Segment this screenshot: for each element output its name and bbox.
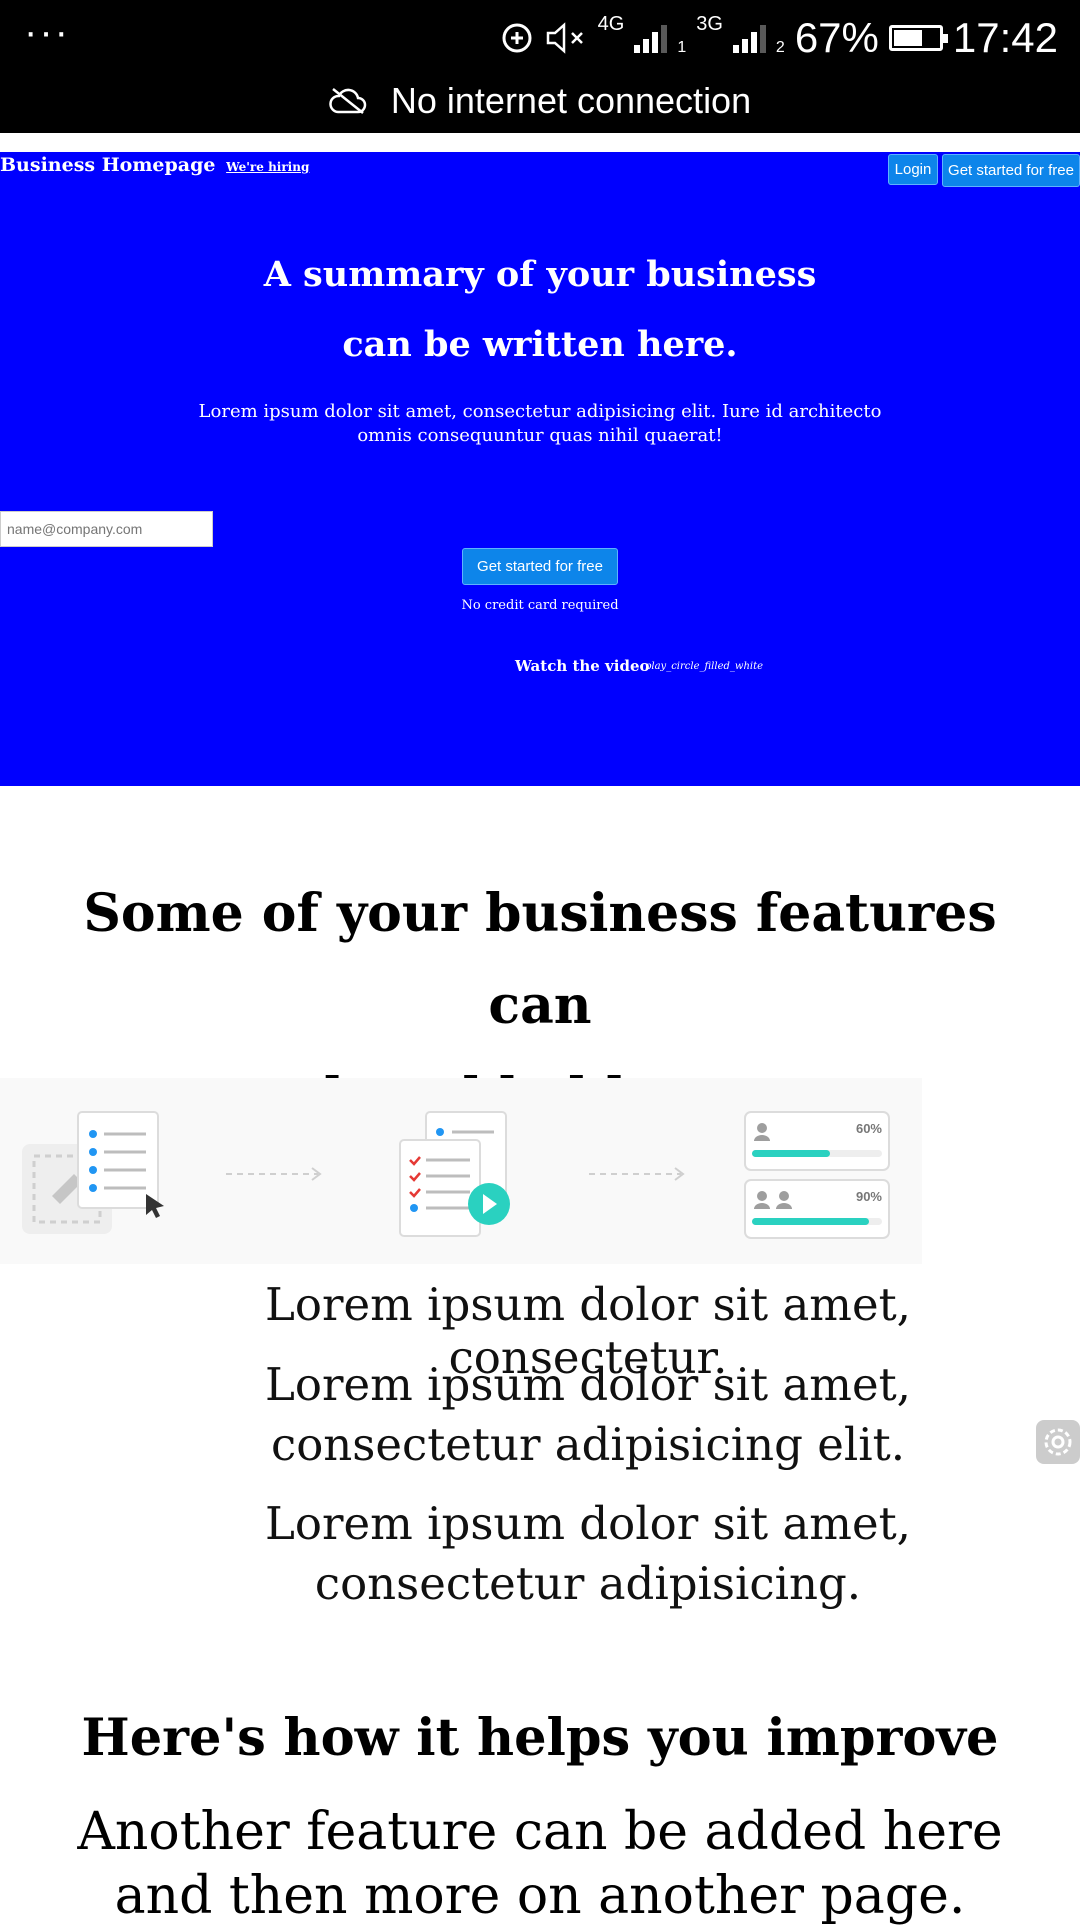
network-type-primary: 4G — [597, 12, 625, 35]
overflow-menu-icon[interactable]: ··· — [24, 10, 70, 55]
mute-icon — [546, 22, 583, 54]
progress-percent-2: 90% — [856, 1189, 882, 1204]
clock: 17:42 — [952, 14, 1058, 61]
get-started-header-button[interactable]: Get started for free — [942, 154, 1080, 187]
hero-section: Business Homepage We're hiring Login Get… — [0, 152, 1080, 786]
no-internet-banner: No internet connection — [0, 80, 1080, 122]
no-internet-text: No internet connection — [390, 80, 752, 121]
data-saver-icon — [502, 23, 532, 53]
hero-lead-text: Lorem ipsum dolor sit amet, consectetur … — [198, 401, 882, 446]
get-started-button[interactable]: Get started for free — [462, 548, 618, 585]
battery-icon — [888, 25, 948, 51]
workflow-illustration: 60% 90% — [22, 1111, 890, 1239]
email-input[interactable] — [0, 511, 213, 547]
network-type-secondary: 3G — [696, 12, 723, 35]
status-indicators: 4G 1 3G 2 67% 17:42 — [500, 8, 1058, 68]
brand-title: Business Homepage We're hiring — [0, 154, 309, 176]
feature-item: Lorem ipsum dolor sit amet, consectetur … — [265, 1358, 911, 1471]
cloud-off-icon — [329, 88, 367, 114]
sim-slot-secondary: 2 — [775, 39, 785, 56]
feature-item: Lorem ipsum dolor sit amet, consectetur … — [265, 1497, 911, 1610]
hero-headline: A summary of your business can be writte… — [0, 240, 1080, 380]
hiring-link[interactable]: We're hiring — [226, 160, 309, 174]
progress-bar-1 — [752, 1150, 830, 1157]
progress-percent-1: 60% — [856, 1121, 882, 1136]
status-bar: ··· 4G 1 3G 2 67% 17:42 No internet conn… — [0, 0, 1080, 133]
hero-headline-line1: A summary of your business — [263, 254, 817, 295]
signal-strength-primary-icon — [634, 23, 668, 53]
improve-title: Here's how it helps you improve — [81, 1708, 999, 1768]
no-credit-card-note: No credit card required — [461, 598, 619, 613]
brand-name[interactable]: Business Homepage — [0, 154, 216, 176]
improve-text: Another feature can be added here and th… — [77, 1802, 1003, 1926]
features-title-line1: Some of your business features can — [83, 883, 997, 1036]
features-illustration: 60% 90% — [0, 1078, 922, 1264]
hero-headline-line2: can be written here. — [342, 324, 738, 365]
battery-level — [893, 30, 923, 46]
floating-settings-button[interactable] — [1036, 1420, 1080, 1464]
settings-icon — [1044, 1428, 1072, 1456]
sim-slot-primary: 1 — [677, 39, 687, 56]
battery-percent: 67% — [794, 14, 879, 61]
list-document-icon — [77, 1111, 159, 1209]
login-button[interactable]: Login — [888, 154, 938, 185]
watch-video-link[interactable]: Watch the video — [515, 657, 650, 675]
progress-bar-2 — [752, 1218, 869, 1225]
signal-strength-secondary-icon — [732, 23, 766, 53]
play-circle-icon[interactable]: play_circle_filled_white — [645, 661, 763, 672]
checklist-document-icon — [399, 1139, 481, 1237]
